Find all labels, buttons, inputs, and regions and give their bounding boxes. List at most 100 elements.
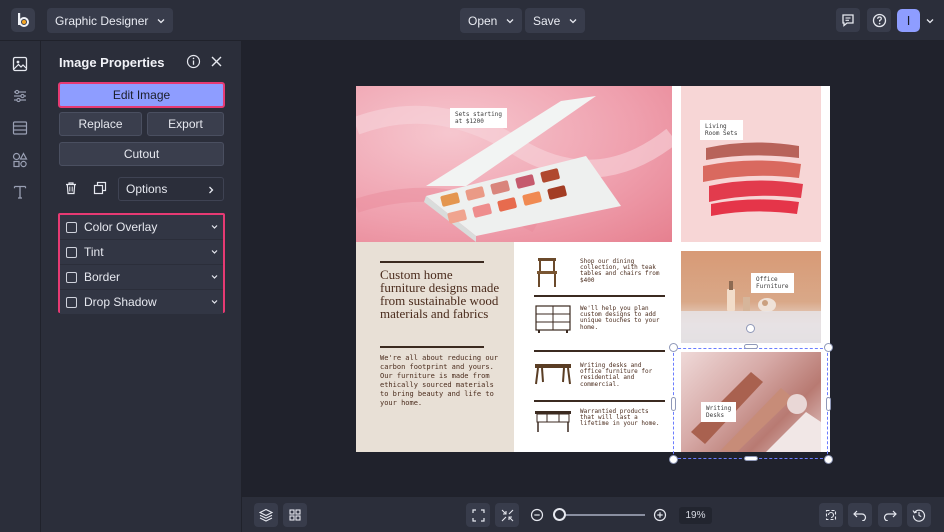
furniture-list[interactable]: Shop our dining collection, with teak ta…: [514, 242, 681, 452]
chevron-down-icon: [211, 275, 218, 279]
effect-label: Border: [84, 270, 121, 284]
rail-adjust-button[interactable]: [11, 87, 29, 105]
eyeshadow-palette-illustration: [356, 96, 672, 242]
tag-living-room: Living Room Sets: [700, 120, 743, 140]
open-menu-button[interactable]: Open: [460, 8, 523, 33]
console-table-icon: [535, 411, 571, 432]
chevron-down-icon[interactable]: [926, 17, 934, 25]
desk-icon: [535, 364, 571, 385]
grid-icon: [289, 509, 301, 521]
collapse-icon: [501, 509, 513, 521]
selection-box[interactable]: [673, 348, 828, 459]
chevron-down-icon: [569, 18, 577, 23]
sliders-icon: [14, 89, 26, 103]
options-dropdown[interactable]: Options: [118, 177, 224, 201]
zoom-slider-track[interactable]: [560, 514, 645, 516]
layers-icon: [259, 508, 273, 522]
info-icon[interactable]: [186, 54, 201, 69]
resize-handle-bottom-right[interactable]: [824, 455, 833, 464]
save-menu-button[interactable]: Save: [525, 8, 586, 33]
list-item: Shop our dining collection, with teak ta…: [580, 258, 660, 284]
comment-icon: [842, 14, 854, 27]
app-logo[interactable]: [11, 8, 35, 32]
checkbox[interactable]: [66, 246, 77, 258]
chevron-down-icon: [157, 18, 165, 23]
redo-icon: [883, 510, 897, 521]
zoom-in-icon[interactable]: [653, 508, 667, 522]
redo-button[interactable]: [878, 503, 902, 527]
help-button[interactable]: [867, 8, 891, 32]
image-icon: [12, 56, 28, 72]
export-button[interactable]: Export: [147, 112, 224, 136]
effect-drop-shadow[interactable]: Drop Shadow: [60, 290, 223, 314]
resize-handle-bottom[interactable]: [744, 456, 758, 461]
shapes-icon: [12, 152, 28, 168]
divider: [534, 400, 665, 402]
effect-label: Color Overlay: [84, 220, 158, 234]
shrink-button[interactable]: [495, 503, 519, 527]
zoom-out-icon[interactable]: [530, 508, 544, 522]
resize-handle-bottom-left[interactable]: [669, 455, 678, 464]
logo-icon: [18, 13, 29, 27]
zoom-value[interactable]: 19%: [679, 507, 712, 524]
help-icon: [872, 13, 886, 27]
effect-label: Drop Shadow: [84, 295, 157, 309]
list-item: We'll help you plan custom designs to ad…: [580, 305, 660, 331]
workspace-dropdown[interactable]: Graphic Designer: [47, 8, 174, 33]
refresh-icon: [825, 509, 837, 521]
fit-screen-button[interactable]: [466, 503, 490, 527]
resize-handle-left[interactable]: [671, 397, 676, 411]
history-button[interactable]: [907, 503, 931, 527]
layers-button[interactable]: [254, 503, 278, 527]
layout-icon: [12, 121, 28, 135]
workspace-label: Graphic Designer: [55, 13, 149, 28]
effect-color-overlay[interactable]: Color Overlay: [60, 215, 223, 239]
resize-handle-top[interactable]: [744, 344, 758, 349]
headline: Custom home furniture designs made from …: [380, 267, 500, 321]
lipstick-swatch-image[interactable]: Living Room Sets: [681, 86, 821, 242]
open-label: Open: [468, 13, 498, 28]
trash-icon: [66, 182, 76, 195]
resize-handle-top-left[interactable]: [669, 343, 678, 352]
rail-image-button[interactable]: [11, 55, 29, 73]
resize-handle-top-right[interactable]: [824, 343, 833, 352]
rail-graphics-button[interactable]: [11, 151, 29, 169]
replace-button[interactable]: Replace: [59, 112, 142, 136]
rotate-handle[interactable]: [746, 324, 755, 333]
options-label: Options: [126, 182, 168, 196]
edit-image-button[interactable]: Edit Image: [58, 82, 225, 108]
avatar[interactable]: I: [897, 9, 920, 32]
grid-view-button[interactable]: [283, 503, 307, 527]
history-icon: [912, 509, 926, 522]
duplicate-button[interactable]: [89, 177, 111, 199]
delete-button[interactable]: [60, 177, 82, 199]
divider: [380, 261, 484, 263]
effect-border[interactable]: Border: [60, 265, 223, 289]
body-copy: We're all about reducing our carbon foot…: [380, 354, 499, 407]
lipstick-strokes-illustration: [703, 142, 803, 216]
divider: [380, 346, 484, 348]
tag-office-furniture: Office Furniture: [751, 273, 794, 293]
checkbox[interactable]: [66, 221, 77, 233]
intro-text-block[interactable]: Custom home furniture designs made from …: [356, 242, 514, 452]
close-icon[interactable]: [210, 55, 223, 68]
effects-list: Color Overlay Tint Border Drop Shadow: [58, 213, 225, 314]
rail-layout-button[interactable]: [11, 119, 29, 137]
refresh-button[interactable]: [819, 503, 843, 527]
eyeshadow-palette-image[interactable]: Sets starting at $1200: [356, 86, 672, 242]
cutout-button[interactable]: Cutout: [59, 142, 224, 166]
image-properties-panel: Image Properties Edit Image Replace Expo…: [41, 41, 242, 532]
effect-tint[interactable]: Tint: [60, 240, 223, 264]
checkbox[interactable]: [66, 296, 77, 308]
zoom-slider-thumb[interactable]: [553, 508, 566, 521]
chevron-down-icon: [211, 300, 218, 304]
rail-text-button[interactable]: [11, 183, 29, 201]
undo-button[interactable]: [848, 503, 872, 527]
left-rail: [0, 41, 41, 532]
chair-icon: [537, 258, 557, 287]
comments-button[interactable]: [836, 8, 860, 32]
resize-handle-right[interactable]: [826, 397, 831, 411]
divider: [534, 350, 665, 352]
text-icon: [13, 185, 27, 199]
checkbox[interactable]: [66, 271, 77, 283]
